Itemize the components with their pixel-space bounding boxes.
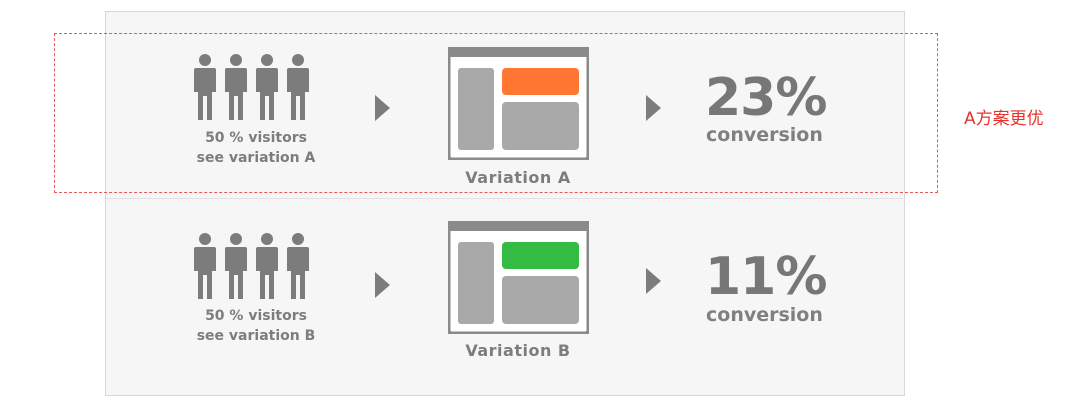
arrow-right-icon bbox=[375, 272, 390, 298]
people-group-icon bbox=[194, 233, 316, 303]
highlight-box bbox=[54, 33, 938, 193]
arrow-right-icon bbox=[646, 268, 661, 294]
conversion-percent: 11% bbox=[705, 247, 827, 307]
variation-label: Variation B bbox=[465, 341, 571, 360]
conversion-label: conversion bbox=[706, 304, 823, 326]
annotation-text: A方案更优 bbox=[964, 109, 1044, 129]
webpage-mockup-icon bbox=[445, 218, 592, 338]
visitors-line1: 50 % visitors bbox=[205, 308, 307, 324]
visitors-text: 50 % visitors see variation B bbox=[176, 306, 336, 346]
row-divider bbox=[106, 198, 903, 199]
visitors-line2: see variation B bbox=[196, 328, 316, 344]
